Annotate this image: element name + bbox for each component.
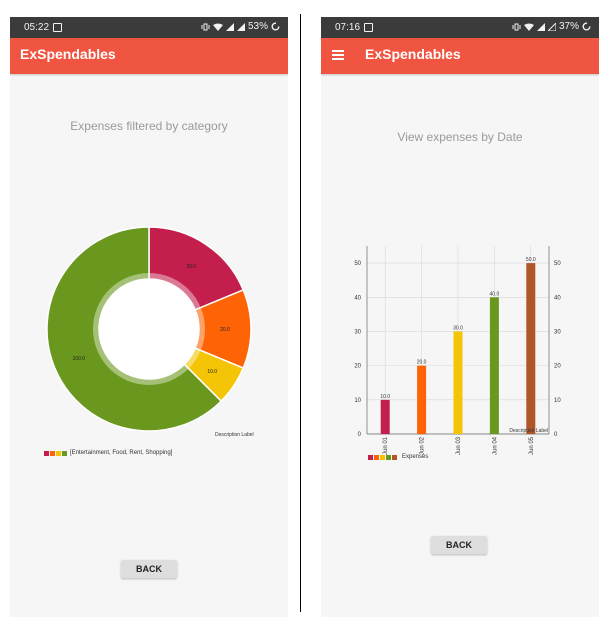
- legend-swatch-3: [56, 450, 61, 456]
- status-bar: 07:16 37%: [321, 17, 599, 38]
- pie-hole: [99, 279, 199, 379]
- image-notification-icon: [364, 23, 373, 32]
- x-tick-label-4: Jun 04: [492, 436, 498, 455]
- battery-percent: 37%: [558, 21, 579, 32]
- y-tick-left-3: 30: [354, 329, 361, 335]
- y-tick-left-5: 50: [354, 261, 361, 267]
- image-notification-icon: [53, 23, 62, 32]
- app-title: ExSpendables: [20, 46, 116, 62]
- x-tick-label-5: Jun 05: [529, 436, 535, 455]
- app-bar: ExSpendables: [10, 38, 288, 74]
- legend-label: [Entertainment, Food, Rent, Shopping]: [70, 450, 173, 456]
- y-tick-left-2: 20: [354, 364, 361, 370]
- legend-swatch-2: [50, 450, 55, 456]
- bar-4: [489, 297, 499, 434]
- legend-swatch-3: [380, 454, 385, 460]
- left-screen: 05:22 53% ExSpendables Expenses filtered…: [10, 17, 288, 617]
- y-tick-left-0: 0: [358, 432, 362, 438]
- legend-swatch-2: [374, 454, 379, 460]
- bar-chart: 0 0 10 10 20 20 30 30 40 40 50 50 10.0 Jun 01 20.0 Jun …: [354, 246, 561, 455]
- bar-value-label-2: 20.0: [417, 360, 427, 366]
- status-time: 07:16: [335, 22, 361, 33]
- battery-percent: 53%: [247, 21, 268, 32]
- bar-2: [417, 365, 427, 434]
- back-button[interactable]: BACK: [431, 536, 487, 554]
- pie-value-label-1: 30.0: [186, 264, 196, 270]
- chart-description-label: Description Label: [509, 428, 548, 434]
- y-tick-left-1: 10: [354, 398, 361, 404]
- bar-3: [453, 331, 463, 434]
- app-bar: ExSpendables: [321, 38, 599, 74]
- pie-value-label-2: 20.0: [220, 327, 230, 333]
- chart-description-label: Description Label: [215, 432, 254, 438]
- vibrate-icon: [201, 23, 210, 30]
- signal-icon-2: [547, 22, 556, 31]
- pie-value-label-4: 100.0: [73, 356, 86, 362]
- y-tick-right-2: 20: [554, 364, 561, 370]
- bar-1: [380, 399, 390, 434]
- chart-legend: Expenses: [368, 454, 428, 460]
- y-tick-left-4: 40: [354, 295, 361, 301]
- signal-icon: [225, 22, 234, 31]
- menu-icon[interactable]: [332, 50, 344, 60]
- page-title: Expenses filtered by category: [70, 119, 228, 133]
- wifi-icon: [212, 23, 223, 31]
- y-tick-right-5: 50: [554, 261, 561, 267]
- divider: [300, 14, 301, 612]
- legend-swatch-1: [368, 454, 373, 460]
- status-bar: 05:22 53%: [10, 17, 288, 38]
- wifi-icon: [523, 23, 534, 31]
- battery-saver-icon: [271, 22, 280, 31]
- y-tick-right-3: 30: [554, 329, 561, 335]
- legend-swatch-5: [392, 454, 397, 460]
- bar-value-label-1: 10.0: [380, 394, 390, 400]
- bar-5: [526, 263, 536, 434]
- bar-value-label-3: 30.0: [453, 325, 463, 331]
- back-button[interactable]: BACK: [121, 560, 177, 578]
- page-title: View expenses by Date: [397, 130, 523, 144]
- x-tick-label-3: Jun 03: [456, 436, 462, 455]
- bar-value-label-5: 50.0: [526, 257, 536, 263]
- vibrate-icon: [512, 23, 521, 30]
- app-title: ExSpendables: [365, 46, 461, 62]
- y-tick-right-4: 40: [554, 295, 561, 301]
- battery-saver-icon: [582, 22, 591, 31]
- legend-swatch-1: [44, 450, 49, 456]
- status-time: 05:22: [24, 22, 50, 33]
- x-tick-label-2: Jun 02: [420, 436, 426, 455]
- legend-label: Expenses: [402, 454, 429, 460]
- bar-value-label-4: 40.0: [490, 291, 500, 297]
- chart-legend: [Entertainment, Food, Rent, Shopping]: [44, 450, 172, 456]
- legend-swatch-4: [386, 454, 391, 460]
- signal-icon-2: [236, 22, 245, 31]
- legend-swatch-4: [62, 450, 67, 456]
- y-tick-right-0: 0: [554, 432, 558, 438]
- pie-chart: 30.0 20.0 10.0 100.0: [46, 226, 252, 432]
- pie-value-label-3: 10.0: [207, 369, 217, 375]
- signal-icon: [536, 22, 545, 31]
- y-tick-right-1: 10: [554, 398, 561, 404]
- x-tick-label-1: Jun 01: [383, 436, 389, 455]
- right-screen: 07:16 37% ExSpendables View expenses by …: [321, 17, 599, 617]
